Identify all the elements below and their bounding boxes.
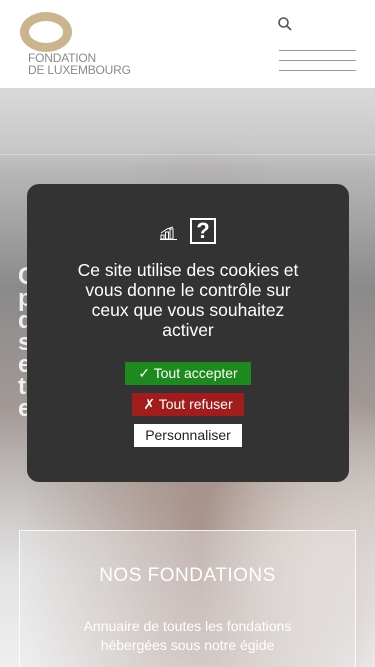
card-description: Annuaire de toutes les fondations héberg… [20, 617, 355, 655]
search-icon[interactable] [277, 16, 293, 32]
cookie-message-line: ceux que vous souhaitez [91, 300, 285, 320]
cookie-consent-modal: ? Ce site utilise des cookies et vous do… [27, 184, 349, 482]
menu-icon[interactable] [279, 50, 356, 72]
customize-button[interactable]: Personnaliser [134, 424, 242, 447]
card-title: NOS FONDATIONS [99, 565, 276, 586]
logo-text: FONDATION DE LUXEMBOURG [28, 52, 131, 76]
chart-icon [160, 226, 177, 240]
logo-ring-icon [20, 12, 72, 52]
hero-divider [0, 154, 375, 155]
cookie-message-line: Ce site utilise des cookies et [77, 260, 299, 280]
foundations-card[interactable]: NOS FONDATIONS Annuaire de toutes les fo… [19, 530, 356, 667]
cookie-message-line: activer [162, 320, 214, 340]
accept-all-button[interactable]: ✓ Tout accepter [125, 362, 251, 385]
refuse-all-button[interactable]: ✗ Tout refuser [132, 393, 244, 416]
cookie-message: Ce site utilise des cookies et vous donn… [47, 260, 329, 340]
question-icon[interactable]: ? [190, 218, 216, 244]
site-header: FONDATION DE LUXEMBOURG [0, 0, 375, 88]
card-desc-line-2: hébergées sous notre égide [100, 637, 275, 653]
card-desc-line-1: Annuaire de toutes les fondations [83, 618, 292, 634]
logo-line-2: DE LUXEMBOURG [28, 63, 131, 77]
cookie-message-line: vous donne le contrôle sur [85, 280, 291, 300]
modal-icons: ? [27, 218, 349, 248]
logo[interactable]: FONDATION DE LUXEMBOURG [18, 12, 148, 78]
